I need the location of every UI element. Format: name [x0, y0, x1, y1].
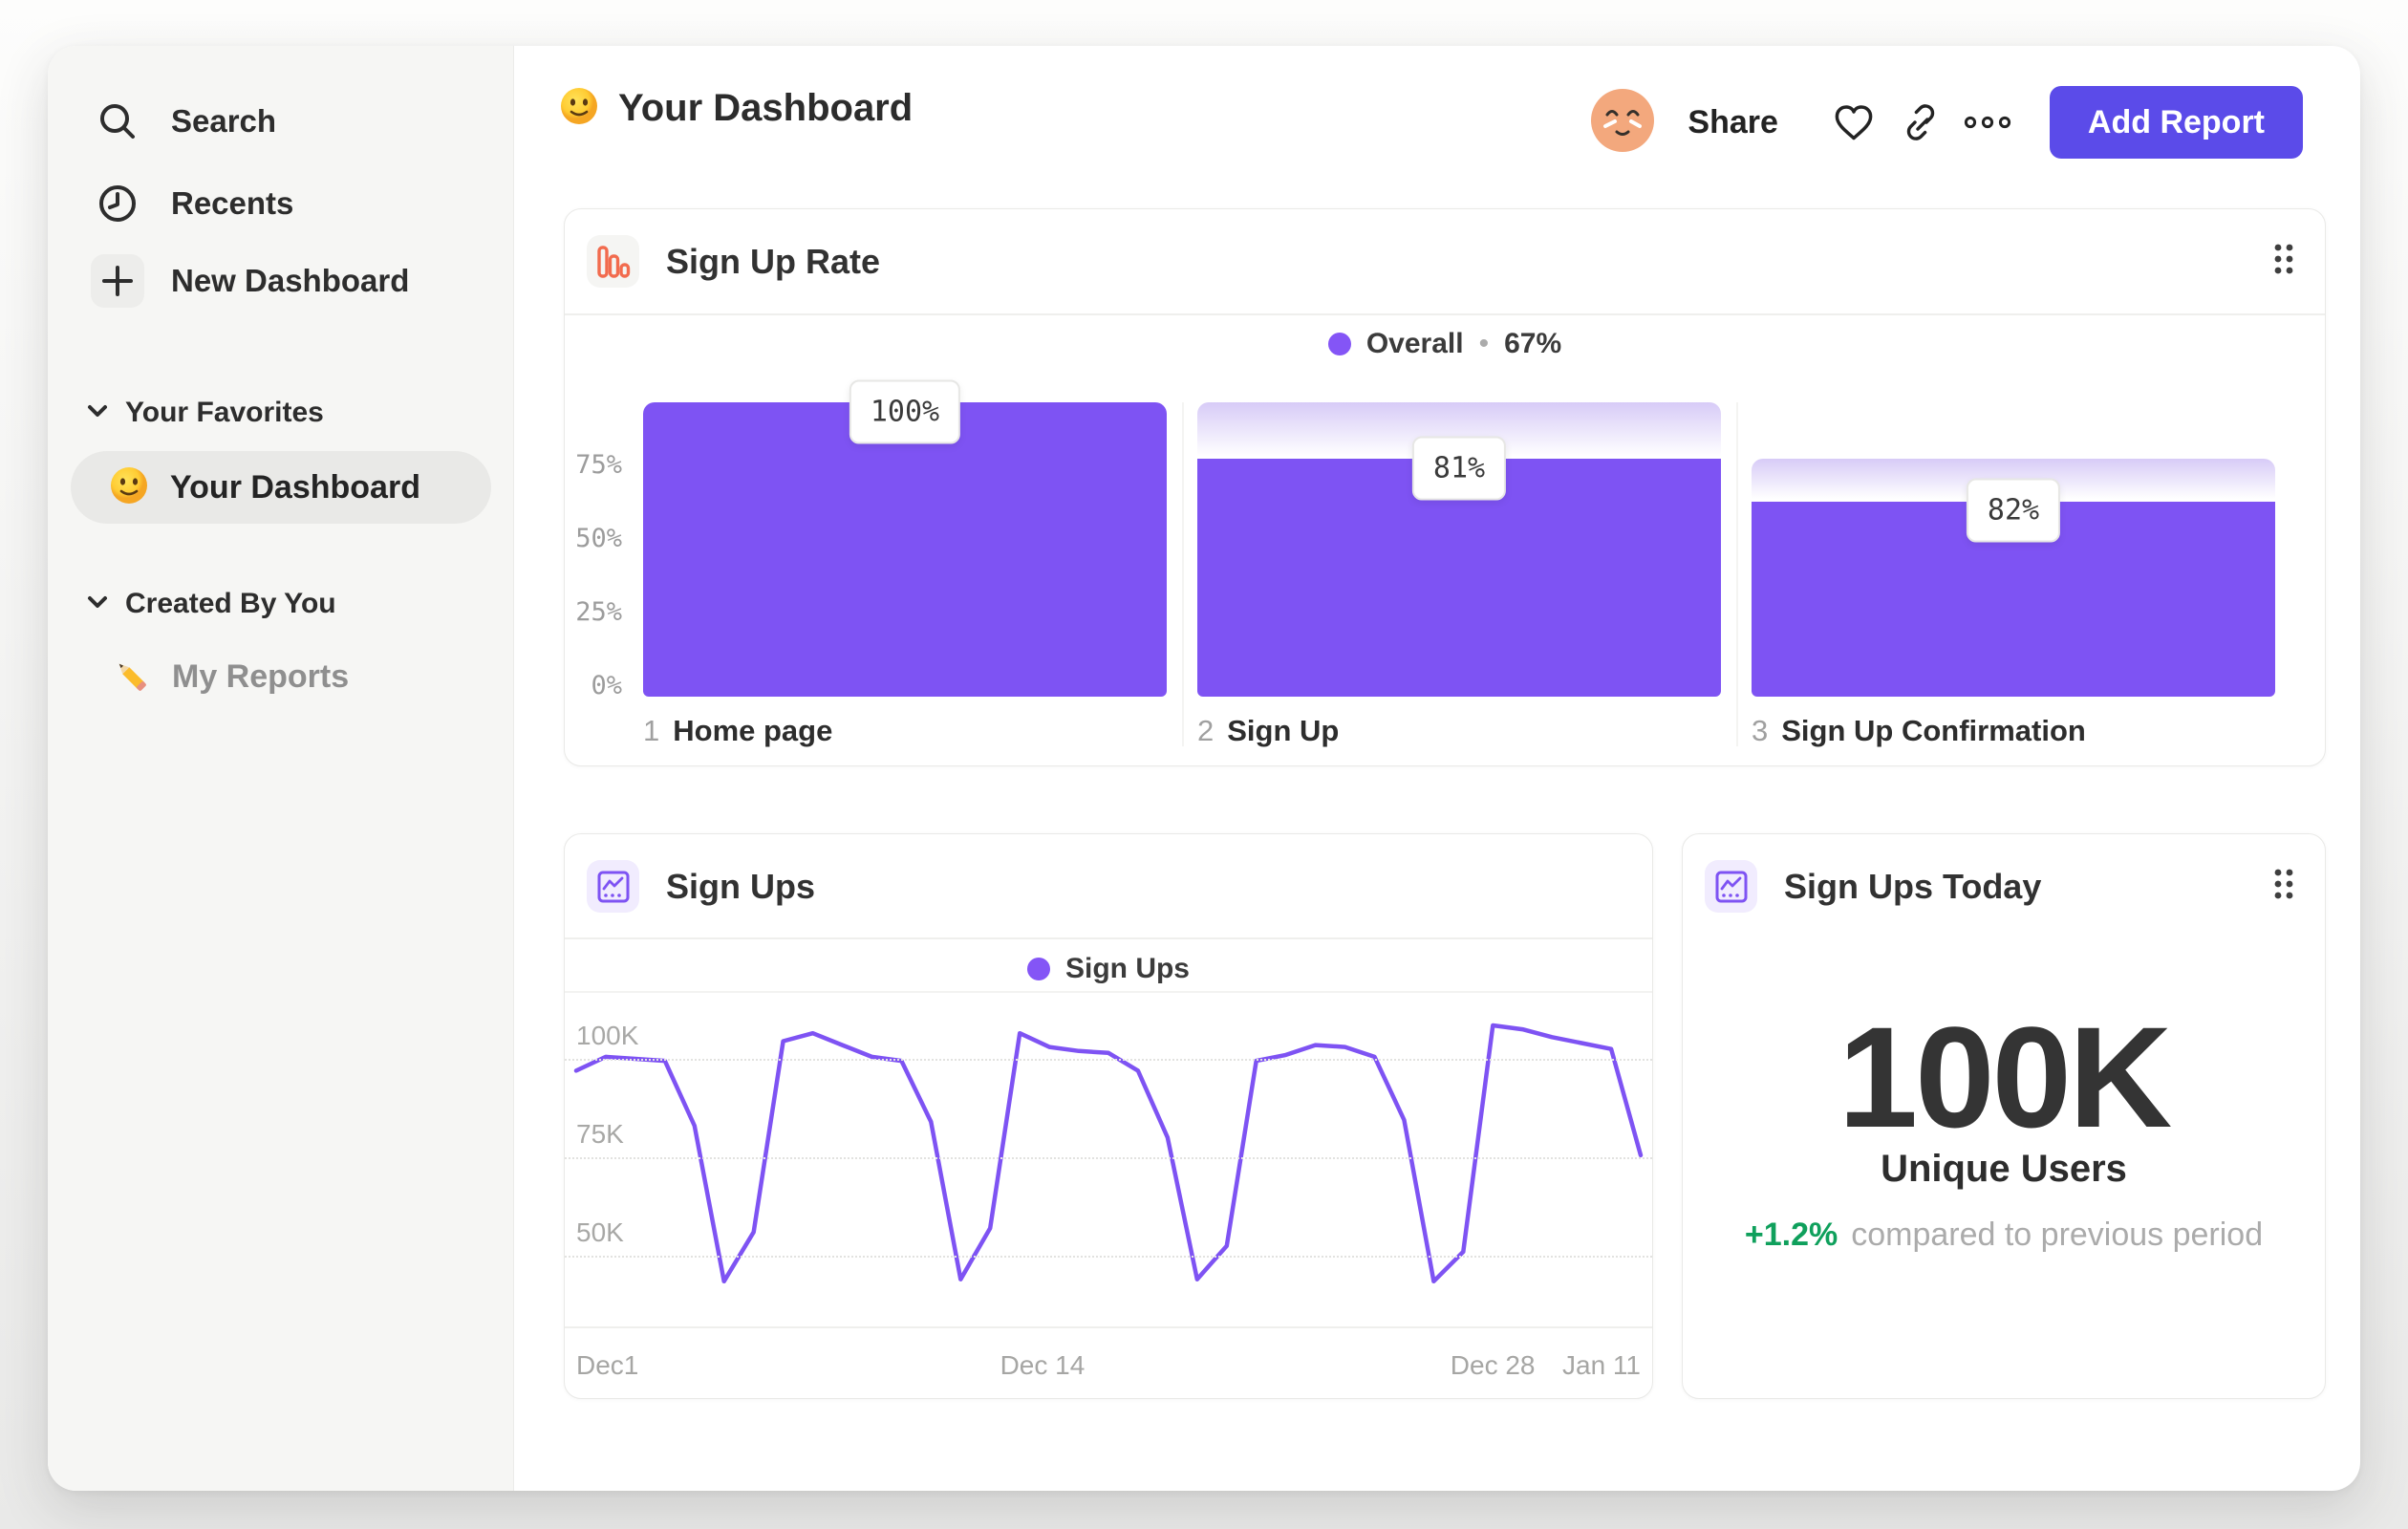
funnel-value-chip: 82% — [1966, 478, 2061, 543]
gridline — [565, 1157, 1652, 1159]
funnel-y-tick: 25% — [575, 597, 622, 627]
x-axis-label: Dec 28 — [1450, 1350, 1536, 1380]
funnel-y-tick: 75% — [575, 450, 622, 480]
card-title: Sign Ups Today — [1784, 866, 2042, 906]
chevron-down-icon — [87, 595, 108, 614]
funnel-y-tick: 0% — [591, 671, 622, 700]
page-title: Your Dashboard — [618, 87, 914, 129]
drag-handle-icon[interactable] — [2271, 865, 2296, 908]
legend-label: Overall — [1365, 328, 1464, 359]
funnel-bar-fill — [643, 402, 1167, 697]
legend-separator: • — [1478, 328, 1490, 359]
card-title: Sign Up Rate — [666, 241, 881, 281]
card-title: Sign Ups — [666, 866, 816, 906]
sidebar-item-label: Your Dashboard — [170, 468, 420, 506]
divider — [565, 313, 2325, 315]
funnel-column-separator — [1736, 402, 1738, 746]
funnel-chart-icon — [587, 235, 639, 288]
app-window: Search Recents New Dashboard Your Favori… — [48, 46, 2360, 1491]
funnel-bar-3[interactable] — [1752, 402, 2275, 697]
delta-caption: compared to previous period — [1851, 1217, 2264, 1253]
favorite-heart-icon[interactable] — [1820, 86, 1887, 159]
sidebar-item-label: My Reports — [172, 657, 350, 695]
clock-icon — [91, 177, 144, 230]
copy-link-icon[interactable] — [1887, 86, 1954, 159]
signups-line-series[interactable] — [573, 1023, 1644, 1284]
sidebar: Search Recents New Dashboard Your Favori… — [48, 46, 514, 1491]
step-label: Sign Up — [1227, 714, 1340, 747]
funnel-bar-1[interactable] — [643, 402, 1167, 697]
sidebar-item-search[interactable]: Search — [48, 90, 276, 153]
sidebar-section-created-by-you[interactable]: Created By You — [87, 583, 336, 625]
legend-dot — [1026, 958, 1050, 980]
legend-dot — [1327, 333, 1351, 355]
line-chart-icon — [587, 860, 639, 913]
card-header: Sign Ups — [565, 834, 1652, 938]
y-axis-label: 100K — [576, 1021, 639, 1050]
x-axis-label: Dec1 — [576, 1350, 639, 1380]
card-header: Sign Ups Today — [1683, 834, 2325, 938]
metric-value: 100K — [1838, 997, 2173, 1157]
search-icon — [91, 95, 144, 148]
funnel-value-chip: 100% — [849, 379, 961, 444]
delta-value: +1.2% — [1744, 1217, 1838, 1253]
more-options-icon[interactable] — [1954, 86, 2021, 159]
sidebar-item-recents[interactable]: Recents — [48, 172, 293, 235]
sidebar-item-my-reports[interactable]: My Reports — [71, 640, 349, 713]
step-label: Home page — [673, 714, 833, 747]
sidebar-item-new-dashboard[interactable]: New Dashboard — [48, 249, 409, 312]
signups-line-chart — [573, 1023, 1644, 1284]
x-axis-label: Jan 11 — [1562, 1350, 1641, 1380]
step-number: 2 — [1197, 714, 1215, 747]
divider — [565, 937, 1652, 939]
funnel-legend[interactable]: Overall • 67% — [565, 328, 2325, 360]
sidebar-item-your-dashboard[interactable]: Your Dashboard — [71, 451, 491, 524]
sign-up-rate-card: Sign Up Rate Overall • 67% 75% 50% 25% 0% 1… — [564, 208, 2326, 766]
step-number: 1 — [643, 714, 660, 747]
x-axis-label: Dec 14 — [1000, 1350, 1086, 1380]
funnel-column-separator — [1182, 402, 1184, 746]
smiley-emoji — [109, 465, 149, 510]
line-chart-icon — [1705, 860, 1757, 913]
funnel-step-label: 3 Sign Up Confirmation — [1752, 714, 2086, 748]
add-report-button[interactable]: Add Report — [2049, 86, 2303, 159]
screen: Search Recents New Dashboard Your Favori… — [0, 0, 2408, 1529]
y-axis-label: 75K — [576, 1119, 624, 1149]
gridline — [565, 1059, 1652, 1061]
sign-ups-today-card: Sign Ups Today 100K Unique Users +1.2% co… — [1682, 833, 2326, 1399]
legend-label: Sign Ups — [1064, 953, 1190, 984]
smiley-emoji — [559, 86, 599, 131]
drag-handle-icon[interactable] — [2271, 240, 2296, 283]
y-axis-label: 50K — [576, 1217, 624, 1247]
sign-ups-card: Sign Ups Sign Ups 100K 75K 50K Dec1 Dec 14 De… — [564, 833, 1653, 1399]
plus-icon — [91, 254, 144, 308]
sidebar-item-label: New Dashboard — [171, 263, 410, 298]
legend-value: 67% — [1504, 328, 1562, 359]
sidebar-item-label: Recents — [171, 185, 294, 221]
gridline — [565, 1256, 1652, 1258]
line-legend[interactable]: Sign Ups — [565, 953, 1652, 985]
funnel-step-label: 2 Sign Up — [1197, 714, 1339, 748]
share-button[interactable]: Share — [1688, 104, 1778, 141]
pencil-emoji — [109, 654, 151, 700]
funnel-value-chip: 81% — [1411, 436, 1507, 501]
card-header: Sign Up Rate — [565, 209, 2325, 313]
funnel-step-label: 1 Home page — [643, 714, 832, 748]
metric-delta-row: +1.2% compared to previous period — [1683, 1217, 2325, 1254]
section-label: Created By You — [125, 588, 336, 619]
funnel-y-tick: 50% — [575, 524, 622, 553]
top-bar: Your Dashboard Share Add Report — [513, 46, 2360, 199]
chevron-down-icon — [87, 404, 108, 422]
sidebar-section-your-favorites[interactable]: Your Favorites — [87, 392, 324, 434]
step-label: Sign Up Confirmation — [1781, 714, 2086, 747]
step-number: 3 — [1752, 714, 1769, 747]
divider — [565, 991, 1652, 993]
avatar[interactable] — [1590, 88, 1655, 158]
sidebar-item-label: Search — [171, 103, 277, 139]
section-label: Your Favorites — [125, 397, 324, 428]
metric-label: Unique Users — [1881, 1148, 2127, 1190]
